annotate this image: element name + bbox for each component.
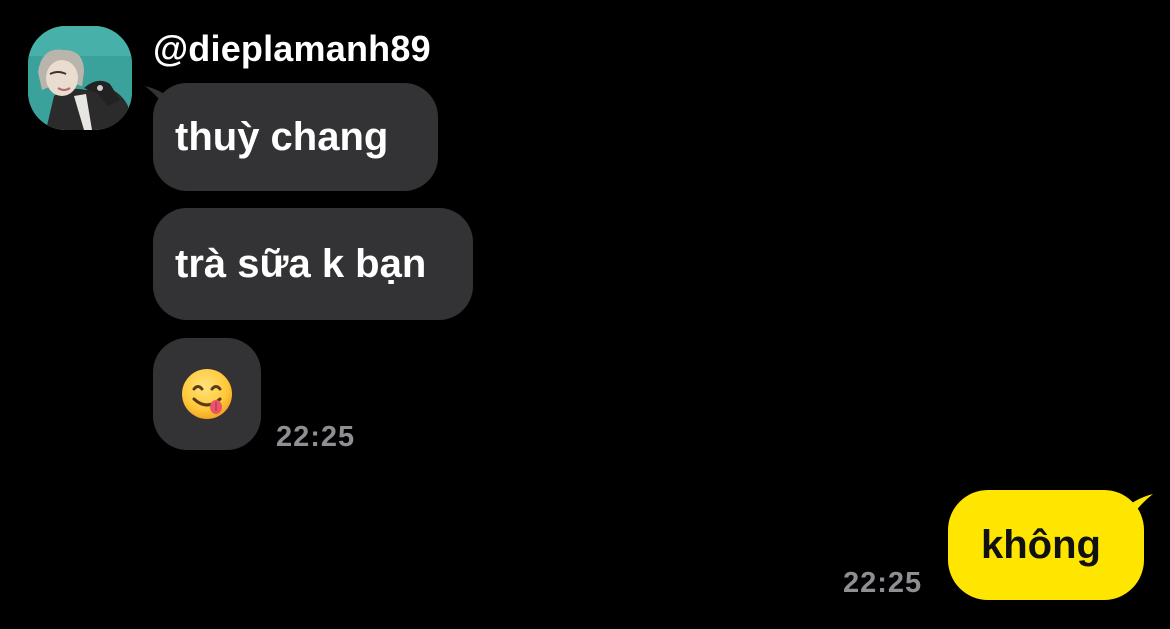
face-savoring-food-emoji-icon [180,367,234,421]
outgoing-timestamp: 22:25 [843,567,923,599]
incoming-emoji-bubble[interactable] [153,338,261,450]
message-text: trà sữa k bạn [175,241,427,286]
message-text: thuỳ chang [175,114,389,159]
sender-username[interactable]: @dieplamanh89 [153,28,431,70]
incoming-timestamp: 22:25 [276,421,356,453]
incoming-message-bubble[interactable]: trà sữa k bạn [153,208,473,320]
message-text: không [981,522,1101,567]
outgoing-bubble-tail [1125,494,1153,528]
sender-avatar[interactable] [28,26,132,130]
incoming-message-bubble[interactable]: thuỳ chang [153,83,438,191]
chat-conversation: @dieplamanh89 thuỳ chang trà sữa k bạn 2… [0,0,1170,629]
